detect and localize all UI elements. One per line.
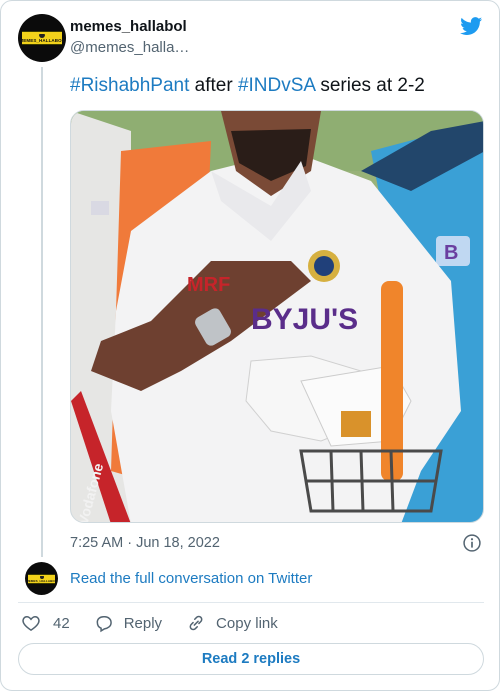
photo-illustration: B BYJU'S MRF Vodafone bbox=[71, 111, 483, 522]
reply-label: Reply bbox=[123, 614, 163, 632]
tweet-text-segment: series at 2-2 bbox=[315, 75, 425, 96]
divider bbox=[18, 602, 484, 603]
twitter-bird-icon[interactable] bbox=[459, 15, 484, 37]
author-name[interactable]: memes_hallabol bbox=[70, 18, 187, 35]
like-button[interactable]: 42 bbox=[21, 613, 70, 633]
info-icon[interactable] bbox=[462, 533, 482, 553]
image-logo-mrf: MRF bbox=[187, 274, 230, 296]
reply-icon bbox=[96, 616, 112, 633]
copy-link-button[interactable]: Copy link bbox=[186, 613, 278, 633]
author-handle[interactable]: @memes_halla… bbox=[70, 39, 189, 56]
avatar-text: MEMES_HALLABOL bbox=[19, 38, 65, 43]
action-bar: 42 Reply Copy link bbox=[21, 613, 302, 633]
heart-icon bbox=[22, 615, 40, 631]
read-conversation-link[interactable]: Read the full conversation on Twitter bbox=[70, 570, 312, 587]
hashtag-indvsa[interactable]: #INDvSA bbox=[238, 75, 315, 96]
tweet-card: MEMES_HALLABOL memes_hallabol @memes_hal… bbox=[0, 0, 500, 691]
copy-link-label: Copy link bbox=[216, 614, 278, 632]
hashtag-rishabhpant[interactable]: #RishabhPant bbox=[70, 75, 189, 96]
image-logo-byjus: BYJU'S bbox=[251, 303, 358, 336]
tweet-timestamp[interactable]: 7:25 AM · Jun 18, 2022 bbox=[70, 532, 220, 554]
tweet-text-segment: after bbox=[189, 75, 238, 96]
link-icon bbox=[189, 615, 203, 631]
svg-text:B: B bbox=[444, 242, 458, 264]
reader-avatar[interactable]: MEMES_HALLABOL bbox=[25, 562, 58, 595]
tweet-text: #RishabhPant after #INDvSA series at 2-2 bbox=[70, 74, 425, 98]
thread-line bbox=[41, 67, 43, 557]
read-replies-button[interactable]: Read 2 replies bbox=[18, 643, 484, 675]
reply-button[interactable]: Reply bbox=[94, 613, 162, 633]
like-count: 42 bbox=[53, 614, 70, 632]
avatar-text: MEMES_HALLABOL bbox=[26, 579, 57, 583]
tweet-photo[interactable]: B BYJU'S MRF Vodafone bbox=[70, 110, 484, 523]
author-avatar[interactable]: MEMES_HALLABOL bbox=[18, 14, 66, 62]
